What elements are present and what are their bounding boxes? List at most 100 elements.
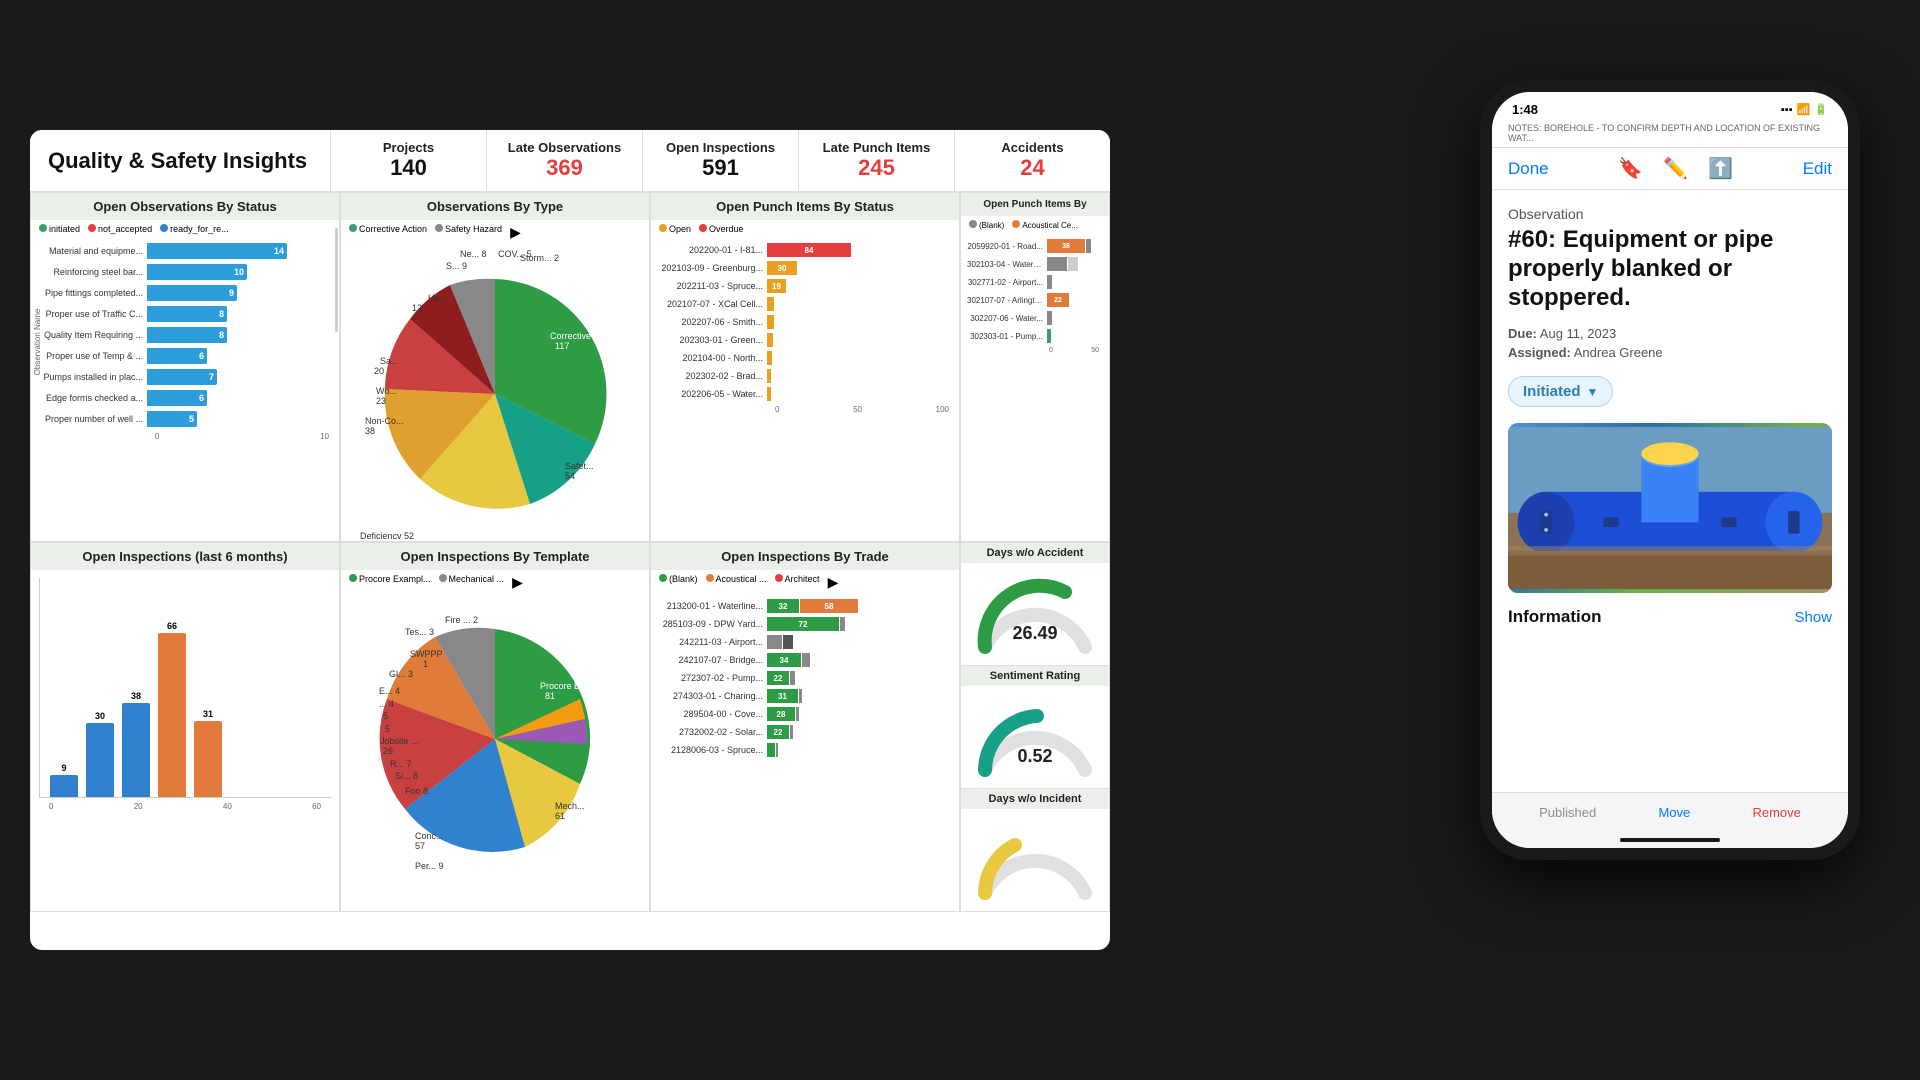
- panel-insp-trade-legend: (Blank) Acoustical ... Architect ▶: [651, 570, 959, 595]
- panel-open-obs-status: Open Observations By Status initiated no…: [30, 192, 340, 542]
- edit-button[interactable]: Edit: [1803, 159, 1832, 179]
- stat-late-obs-value: 369: [501, 155, 628, 181]
- panel-obs-status-legend: initiated not_accepted ready_for_re...: [31, 220, 339, 239]
- info-row: Information Show: [1508, 607, 1832, 627]
- svg-text:1: 1: [423, 659, 428, 669]
- panel-punch-trade: Open Punch Items By (Blank) Acoustical C…: [960, 192, 1110, 542]
- panel-punch-trade-legend: (Blank) Acoustical Ce...: [961, 216, 1109, 235]
- svg-text:5: 5: [385, 724, 390, 734]
- obs-status-bar-chart: Observation Name Material and equipme...…: [31, 239, 339, 445]
- svg-text:Procore Example...: Procore Example...: [540, 681, 617, 691]
- stat-accidents-value: 24: [969, 155, 1096, 181]
- chevron-down-icon: ▼: [1587, 385, 1599, 399]
- svg-text:57: 57: [415, 841, 425, 851]
- gauge-incident: Days w/o Incident: [961, 789, 1109, 911]
- svg-text:54: 54: [565, 471, 575, 481]
- svg-text:12: 12: [412, 303, 422, 313]
- gauge-accident: Days w/o Accident 26.49: [961, 543, 1109, 666]
- bookmark-icon[interactable]: 🔖: [1618, 156, 1643, 181]
- svg-text:0.52: 0.52: [1017, 746, 1052, 766]
- obs-type-pie: Corrective Ac... 117 Commissioning 53 De…: [350, 249, 640, 539]
- svg-text:5: 5: [383, 711, 388, 721]
- panel-obs-type-title: Observations By Type: [341, 193, 649, 220]
- svg-text:Gl... 3: Gl... 3: [389, 669, 413, 679]
- done-button[interactable]: Done: [1508, 159, 1549, 179]
- sentiment-gauge-svg: 0.52: [970, 690, 1100, 780]
- phone-bottom-actions: Published Move Remove: [1492, 792, 1848, 832]
- svg-text:Per... 9: Per... 9: [415, 861, 444, 871]
- svg-text:Jobsite ...: Jobsite ...: [380, 736, 419, 746]
- svg-text:Storm... 2: Storm... 2: [520, 253, 559, 263]
- phone-screen: 1:48 ▪▪▪ 📶 🔋 NOTES: BOREHOLE - TO CONFIR…: [1492, 92, 1848, 848]
- move-action[interactable]: Move: [1658, 805, 1690, 820]
- stat-late-punch: Late Punch Items 245: [798, 130, 954, 191]
- remove-action[interactable]: Remove: [1752, 805, 1800, 820]
- phone-status-bar: 1:48 ▪▪▪ 📶 🔋: [1492, 92, 1848, 121]
- accident-gauge-svg: 26.49: [970, 567, 1100, 657]
- home-bar: [1620, 838, 1720, 842]
- pipe-image-svg: [1508, 423, 1832, 593]
- stat-projects-label: Projects: [345, 140, 472, 155]
- phone-nav-icons: 🔖 ✏️ ⬆️: [1618, 156, 1733, 181]
- stat-late-punch-value: 245: [813, 155, 940, 181]
- phone-nav-bar[interactable]: Done 🔖 ✏️ ⬆️ Edit: [1492, 148, 1848, 190]
- incident-gauge-svg: [970, 813, 1100, 903]
- svg-text:26: 26: [383, 746, 393, 756]
- panel-insp-template-legend: Procore Exampl... Mechanical ... ▶: [341, 570, 649, 595]
- status-badge[interactable]: Initiated ▼: [1508, 376, 1613, 407]
- stat-open-insp-value: 591: [657, 155, 784, 181]
- gauge-incident-title: Days w/o Incident: [961, 789, 1109, 809]
- svg-text:Conc...: Conc...: [415, 831, 444, 841]
- panel-open-inspections: Open Inspections (last 6 months) 9 30 38: [30, 542, 340, 912]
- phone-container: 1:48 ▪▪▪ 📶 🔋 NOTES: BOREHOLE - TO CONFIR…: [1480, 80, 1860, 860]
- wifi-icon: 📶: [1797, 103, 1811, 116]
- svg-text:Ne... 8: Ne... 8: [460, 249, 487, 259]
- panel-obs-by-type: Observations By Type Corrective Action S…: [340, 192, 650, 542]
- battery-icon: 🔋: [1814, 103, 1828, 116]
- information-label: Information: [1508, 607, 1602, 627]
- svg-text:R... 7: R... 7: [390, 759, 412, 769]
- svg-text:Corrective Ac...: Corrective Ac...: [550, 331, 611, 341]
- stat-open-insp: Open Inspections 591: [642, 130, 798, 191]
- obs-due: Due: Aug 11, 2023: [1508, 326, 1832, 341]
- signal-icon: ▪▪▪: [1781, 104, 1793, 116]
- phone-status-icons: ▪▪▪ 📶 🔋: [1781, 103, 1828, 116]
- panel-punch-status-title: Open Punch Items By Status: [651, 193, 959, 220]
- punch-status-bars: 202200-01 - I-81...84 202103-09 - Greenb…: [651, 239, 959, 418]
- published-action[interactable]: Published: [1539, 805, 1596, 820]
- gauge-sentiment: Sentiment Rating 0.52: [961, 666, 1109, 789]
- svg-text:Non-Co...: Non-Co...: [365, 416, 404, 426]
- stat-accidents-label: Accidents: [969, 140, 1096, 155]
- svg-text:Safet...: Safet...: [565, 461, 594, 471]
- svg-text:... 4: ... 4: [379, 699, 394, 709]
- show-button[interactable]: Show: [1794, 609, 1832, 626]
- share-icon[interactable]: ⬆️: [1708, 156, 1733, 181]
- dashboard-title: Quality & Safety Insights: [30, 130, 330, 191]
- panel-obs-type-legend: Corrective Action Safety Hazard ▶: [341, 220, 649, 245]
- panel-obs-status-title: Open Observations By Status: [31, 193, 339, 220]
- svg-text:Ha...: Ha...: [428, 293, 447, 303]
- panel-punch-legend: Open Overdue: [651, 220, 959, 239]
- insp-template-pie: Procore Example... 81 Mech... 61 Conc...…: [355, 599, 635, 879]
- gauge-accident-title: Days w/o Accident: [961, 543, 1109, 563]
- stat-projects: Projects 140: [330, 130, 486, 191]
- svg-text:38: 38: [365, 426, 375, 436]
- compose-icon[interactable]: ✏️: [1663, 156, 1688, 181]
- panel-insp-trade-title: Open Inspections By Trade: [651, 543, 959, 570]
- stat-projects-value: 140: [345, 155, 472, 181]
- phone-content: Observation #60: Equipment or pipe prope…: [1492, 190, 1848, 792]
- stat-accidents: Accidents 24: [954, 130, 1110, 191]
- svg-text:26.49: 26.49: [1012, 623, 1057, 643]
- svg-text:Fire ... 2: Fire ... 2: [445, 615, 478, 625]
- status-badge-label: Initiated: [1523, 383, 1581, 400]
- panel-punch-status: Open Punch Items By Status Open Overdue …: [650, 192, 960, 542]
- svg-text:Tes... 3: Tes... 3: [405, 627, 434, 637]
- stat-late-punch-label: Late Punch Items: [813, 140, 940, 155]
- svg-text:117: 117: [555, 341, 569, 351]
- observation-title: #60: Equipment or pipe properly blanked …: [1508, 226, 1832, 312]
- phone-notes-bar: NOTES: BOREHOLE - TO CONFIRM DEPTH AND L…: [1492, 121, 1848, 148]
- open-insp-chart: 9 30 38 66 3: [31, 570, 339, 910]
- panel-punch-trade-title: Open Punch Items By: [961, 193, 1109, 216]
- panel-insp-template-title: Open Inspections By Template: [341, 543, 649, 570]
- header-stats: Projects 140 Late Observations 369 Open …: [330, 130, 1110, 191]
